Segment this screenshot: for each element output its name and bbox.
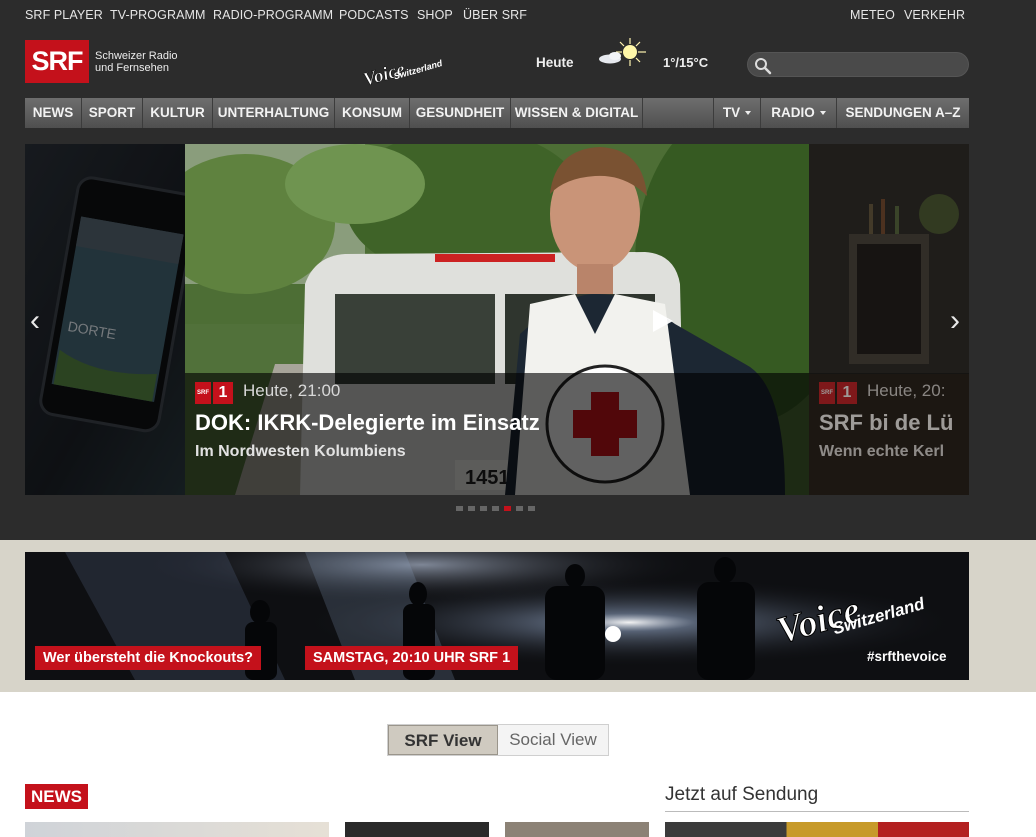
promo-tag-airtime[interactable]: SAMSTAG, 20:10 UHR SRF 1 xyxy=(305,646,519,670)
nav-item-kultur[interactable]: KULTUR xyxy=(143,98,213,128)
now-on-air-heading: Jetzt auf Sendung xyxy=(665,784,819,805)
srf-view-button[interactable]: SRF View xyxy=(388,725,498,755)
topbar-link-meteo[interactable]: METEO xyxy=(850,8,895,22)
nav-item-label: UNTERHALTUNG xyxy=(217,105,330,120)
topbar-link-podcasts[interactable]: PODCASTS xyxy=(339,8,409,22)
slide-title[interactable]: DOK: IKRK-Delegierte im Einsatz xyxy=(195,410,540,436)
topbar-link-verkehr[interactable]: VERKEHR xyxy=(904,8,965,22)
the-voice-switzerland-logo: Voice Switzerland xyxy=(772,588,928,648)
on-air-thumbnail[interactable] xyxy=(665,822,969,837)
slide-previous[interactable]: DORTE xyxy=(25,144,198,495)
slide-dimmer xyxy=(25,144,185,495)
slider-dot[interactable] xyxy=(492,506,499,511)
logo-subtitle: Schweizer Radio und Fernsehen xyxy=(95,50,195,74)
topbar-link-shop[interactable]: SHOP xyxy=(417,8,453,22)
nav-item-konsum[interactable]: KONSUM xyxy=(335,98,410,128)
news-section-label[interactable]: NEWS xyxy=(25,784,88,809)
chevron-right-icon[interactable]: › xyxy=(950,304,960,338)
search-icon[interactable] xyxy=(754,57,772,75)
nav-item-unterhaltung[interactable]: UNTERHALTUNG xyxy=(213,98,335,128)
topbar-link-tv-programm[interactable]: TV-PROGRAMM xyxy=(110,8,206,22)
site-header: SRF PLAYER TV-PROGRAMM RADIO-PROGRAMM PO… xyxy=(0,0,1036,540)
nav-item-label: TV xyxy=(722,105,741,120)
the-voice-logo[interactable]: Voice Switzerland xyxy=(356,48,456,88)
topbar-link-ueber-srf[interactable]: ÜBER SRF xyxy=(463,8,527,22)
slide-caption[interactable]: SRF 1 Heute, 21:00 DOK: IKRK-Delegierte i… xyxy=(185,373,809,495)
view-switcher: SRF View Social View xyxy=(387,724,609,756)
promo-hashtag: #srfthevoice xyxy=(867,649,947,664)
slide-next-caption: SRF 1 Heute, 20: SRF bi de Lü Wenn echte … xyxy=(809,373,969,495)
slide-time: Heute, 21:00 xyxy=(243,381,341,400)
main-navigation: NEWS SPORT KULTUR UNTERHALTUNG KONSUM GE… xyxy=(25,98,969,128)
chevron-down-icon xyxy=(819,111,826,116)
srf1-channel-logo: SRF 1 xyxy=(195,382,233,404)
nav-item-sport[interactable]: SPORT xyxy=(82,98,143,128)
sun-cloud-icon[interactable] xyxy=(596,38,648,74)
topbar-link-srf-player[interactable]: SRF PLAYER xyxy=(25,8,103,22)
nav-item-tv[interactable]: TV xyxy=(713,98,761,128)
chevron-down-icon xyxy=(745,111,752,116)
nav-item-wissen-digital[interactable]: WISSEN & DIGITAL xyxy=(511,98,643,128)
teaser-slider: DORTE 14515 xyxy=(25,144,969,495)
slider-dot[interactable] xyxy=(456,506,463,511)
chevron-left-icon[interactable]: ‹ xyxy=(30,304,40,338)
nav-item-label: KULTUR xyxy=(150,105,205,120)
slider-dot[interactable] xyxy=(480,506,487,511)
topbar-link-radio-programm[interactable]: RADIO-PROGRAMM xyxy=(213,8,333,22)
slide-next-time: Heute, 20: xyxy=(867,381,946,400)
service-bar: SRF PLAYER TV-PROGRAMM RADIO-PROGRAMM PO… xyxy=(0,0,1036,30)
divider xyxy=(665,811,969,812)
weather-day: Heute xyxy=(536,55,574,70)
logo-subtitle-line1: Schweizer Radio xyxy=(95,50,178,62)
nav-item-label: RADIO xyxy=(771,105,815,120)
nav-item-label: SPORT xyxy=(88,105,136,120)
play-icon[interactable] xyxy=(649,308,675,334)
nav-item-label: NEWS xyxy=(32,105,74,120)
news-thumbnail[interactable] xyxy=(345,822,489,837)
nav-item-label: SENDUNGEN A–Z xyxy=(845,105,961,120)
news-thumbnail[interactable] xyxy=(25,822,329,837)
slide-next-title: SRF bi de Lü xyxy=(819,410,954,435)
slide-next-subtitle: Wenn echte Kerl xyxy=(819,443,945,460)
search-box[interactable] xyxy=(747,52,969,77)
slide-current[interactable]: 14515 SRF1 Heute, 21:00 DOK: IKRK-Dele xyxy=(185,144,809,495)
nav-item-label: GESUNDHEIT xyxy=(415,105,505,120)
nav-item-label: KONSUM xyxy=(342,105,402,120)
nav-item-news[interactable]: NEWS xyxy=(25,98,82,128)
logo-row: SRF Schweizer Radio und Fernsehen Voice … xyxy=(0,30,1036,96)
nav-item-sendungen-a-z[interactable]: SENDUNGEN A–Z xyxy=(837,98,969,128)
social-view-button[interactable]: Social View xyxy=(498,725,608,755)
srf-logo[interactable]: SRF xyxy=(25,40,89,83)
promo-banner[interactable]: Wer übersteht die Knockouts? SAMSTAG, 20… xyxy=(25,552,969,680)
nav-item-radio[interactable]: RADIO xyxy=(761,98,837,128)
search-input[interactable] xyxy=(780,56,960,74)
slide-subtitle: Im Nordwesten Kolumbiens xyxy=(195,443,406,460)
slider-dot[interactable] xyxy=(468,506,475,511)
slider-dot[interactable] xyxy=(528,506,535,511)
slider-dot[interactable] xyxy=(504,506,511,511)
nav-item-gesundheit[interactable]: GESUNDHEIT xyxy=(410,98,511,128)
logo-subtitle-line2: und Fernsehen xyxy=(95,62,169,74)
srf1-channel-logo: SRF 1 xyxy=(819,382,857,404)
temperature: 1°/15°C xyxy=(663,55,709,70)
nav-item-label: WISSEN & DIGITAL xyxy=(514,105,639,120)
promo-tag-knockouts[interactable]: Wer übersteht die Knockouts? xyxy=(35,646,262,670)
news-thumbnail[interactable] xyxy=(505,822,649,837)
slider-dot[interactable] xyxy=(516,506,523,511)
